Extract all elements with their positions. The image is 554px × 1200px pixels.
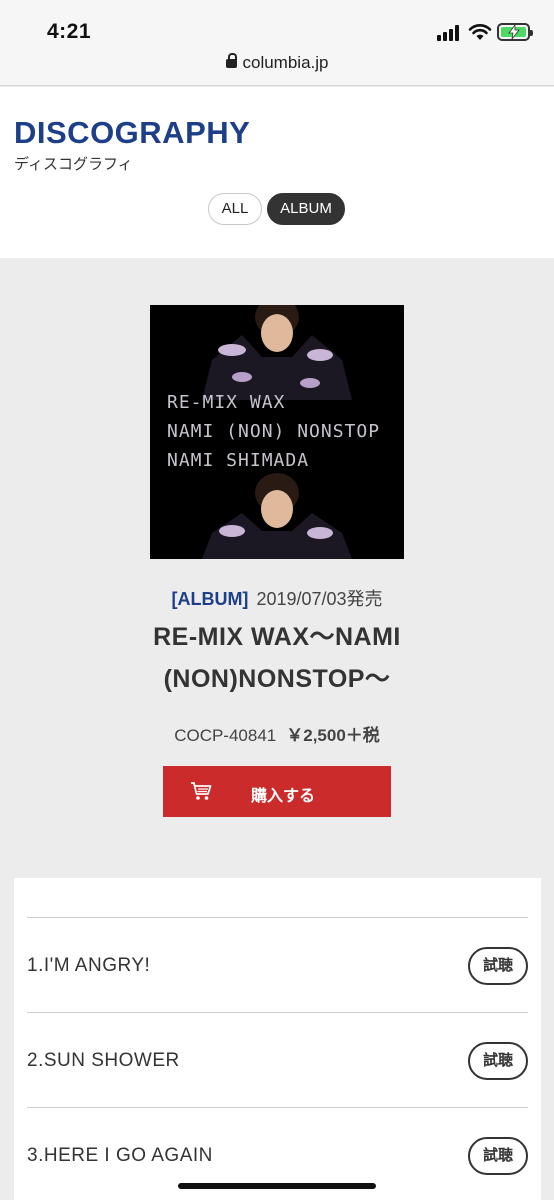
- cover-photo-top: [202, 305, 352, 400]
- album-title: RE-MIX WAX〜NAMI (NON)NONSTOP〜: [0, 616, 554, 700]
- filter-album-button[interactable]: ALBUM: [267, 193, 345, 225]
- page-header: DISCOGRAPHY ディスコグラフィ ALL ALBUM: [0, 87, 554, 258]
- release-date: 2019/07/03発売: [256, 589, 383, 609]
- cellular-signal-icon: [437, 25, 461, 41]
- listen-button[interactable]: 試聴: [468, 947, 528, 985]
- lock-icon: [225, 53, 237, 68]
- battery-icon: [497, 23, 533, 41]
- track-title: 3.HERE I GO AGAIN: [27, 1145, 213, 1166]
- page-subtitle: ディスコグラフィ: [14, 156, 133, 173]
- url-text: columbia.jp: [242, 53, 329, 72]
- release-type: [ALBUM]: [171, 589, 249, 609]
- track-row: 2.SUN SHOWER 試聴: [27, 1012, 528, 1107]
- release-meta: [ALBUM] 2019/07/03発売: [0, 585, 554, 611]
- address-bar[interactable]: columbia.jp: [0, 53, 554, 73]
- filter-all-button[interactable]: ALL: [208, 193, 262, 225]
- catalog-number: COCP-40841: [174, 726, 277, 745]
- cover-photo-bottom: [202, 473, 352, 559]
- catalog-info: COCP-40841 ￥2,500＋税: [0, 721, 554, 746]
- album-title-line-2: (NON)NONSTOP〜: [163, 665, 391, 693]
- listen-button[interactable]: 試聴: [468, 1042, 528, 1080]
- track-list: 1.I'M ANGRY! 試聴 2.SUN SHOWER 試聴 3.HERE I…: [14, 878, 541, 1200]
- buy-button[interactable]: 購入する: [163, 766, 391, 817]
- wifi-icon: [468, 24, 492, 40]
- cover-line-2: NAMI (NON) NONSTOP: [167, 421, 381, 442]
- home-indicator[interactable]: [178, 1183, 376, 1189]
- status-bar: 4:21 columbia.jp: [0, 0, 554, 86]
- cover-line-1: RE-MIX WAX: [167, 392, 286, 413]
- price: ￥2,500＋税: [286, 726, 380, 745]
- listen-button[interactable]: 試聴: [468, 1137, 528, 1175]
- track-row: 1.I'M ANGRY! 試聴: [27, 917, 528, 1012]
- page-title: DISCOGRAPHY: [14, 115, 251, 150]
- album-cover[interactable]: RE-MIX WAX NAMI (NON) NONSTOP NAMI SHIMA…: [150, 305, 404, 559]
- clock: 4:21: [47, 20, 92, 43]
- track-title: 1.I'M ANGRY!: [27, 955, 151, 976]
- cover-line-3: NAMI SHIMADA: [167, 450, 310, 471]
- track-title: 2.SUN SHOWER: [27, 1050, 180, 1071]
- album-title-line-1: RE-MIX WAX〜NAMI: [153, 623, 401, 651]
- buy-button-label: 購入する: [250, 788, 315, 805]
